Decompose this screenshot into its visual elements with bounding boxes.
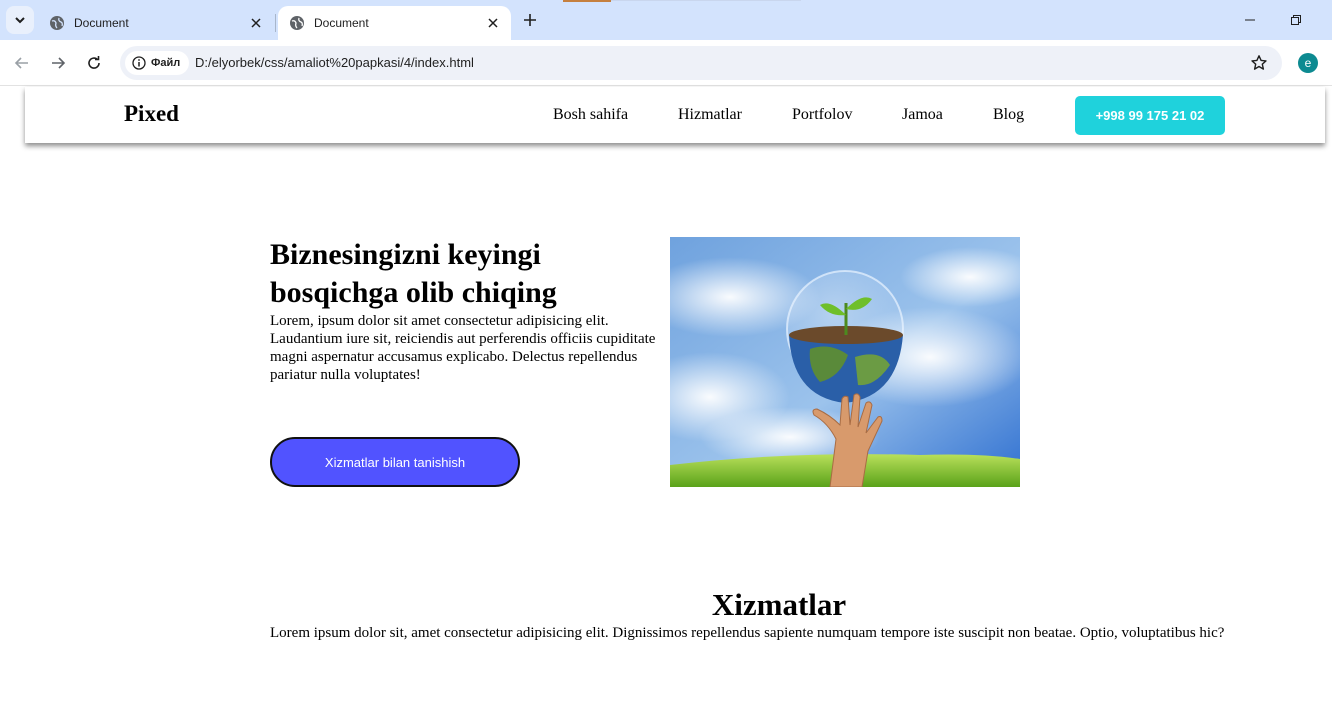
close-tab-icon[interactable] [485, 15, 501, 31]
nav-link-jamoa[interactable]: Jamoa [902, 106, 943, 124]
close-tab-icon[interactable] [248, 15, 264, 31]
site-info-chip[interactable]: Файл [125, 51, 190, 75]
tab-strip: Document Document [0, 0, 1332, 40]
tab-strip-line [611, 0, 801, 1]
tab-search-button[interactable] [6, 6, 34, 34]
hero-title: Biznesingizni keyingi bosqichga olib chi… [270, 238, 557, 309]
globe-icon [290, 16, 304, 30]
back-button[interactable] [10, 51, 34, 75]
nav-link-hizmatlar[interactable]: Hizmatlar [678, 106, 742, 124]
hero-text: Lorem, ipsum dolor sit amet consectetur … [270, 313, 656, 383]
url-text[interactable]: D:/elyorbek/css/amaliot%20papkasi/4/inde… [195, 55, 474, 70]
tab-title: Document [74, 16, 129, 30]
services-cta-button[interactable]: Xizmatlar bilan tanishish [270, 437, 520, 487]
page-viewport: Pixed Bosh sahifa Hizmatlar Portfolov Ja… [0, 87, 1332, 702]
site-chip-label: Файл [151, 57, 181, 69]
browser-tab-active[interactable]: Document [278, 6, 511, 40]
browser-toolbar: Файл D:/elyorbek/css/amaliot%20papkasi/4… [0, 40, 1332, 86]
minimize-icon [1245, 19, 1255, 21]
reload-button[interactable] [82, 51, 106, 75]
browser-tab[interactable]: Document [38, 6, 274, 40]
forward-button[interactable] [46, 51, 70, 75]
info-icon [132, 56, 146, 70]
profile-avatar[interactable]: e [1298, 53, 1318, 73]
services-text: Lorem ipsum dolor sit, amet consectetur … [270, 625, 1225, 641]
restore-button[interactable] [1284, 8, 1308, 32]
nav-link-bosh-sahifa[interactable]: Bosh sahifa [553, 106, 628, 124]
site-header: Pixed Bosh sahifa Hizmatlar Portfolov Ja… [25, 87, 1325, 143]
tab-strip-indicator [563, 0, 611, 2]
hero-image [670, 237, 1020, 487]
arrow-right-icon [52, 57, 66, 69]
chevron-down-icon [15, 17, 25, 24]
tab-title: Document [314, 16, 369, 30]
new-tab-button[interactable] [519, 9, 541, 31]
globe-in-hand-image [670, 237, 1020, 487]
arrow-left-icon [14, 57, 28, 69]
plus-icon [524, 14, 536, 26]
site-logo[interactable]: Pixed [124, 101, 179, 127]
tab-separator [275, 14, 276, 32]
services-title: Xizmatlar [711, 587, 847, 622]
nav-link-portfolov[interactable]: Portfolov [792, 106, 852, 124]
nav-link-blog[interactable]: Blog [993, 106, 1024, 124]
globe-icon [50, 16, 64, 30]
phone-button[interactable]: +998 99 175 21 02 [1075, 96, 1225, 135]
restore-icon [1291, 15, 1301, 25]
star-icon[interactable] [1250, 54, 1268, 72]
address-bar[interactable]: Файл D:/elyorbek/css/amaliot%20papkasi/4… [120, 46, 1282, 80]
reload-icon [88, 56, 100, 69]
minimize-button[interactable] [1238, 8, 1262, 32]
